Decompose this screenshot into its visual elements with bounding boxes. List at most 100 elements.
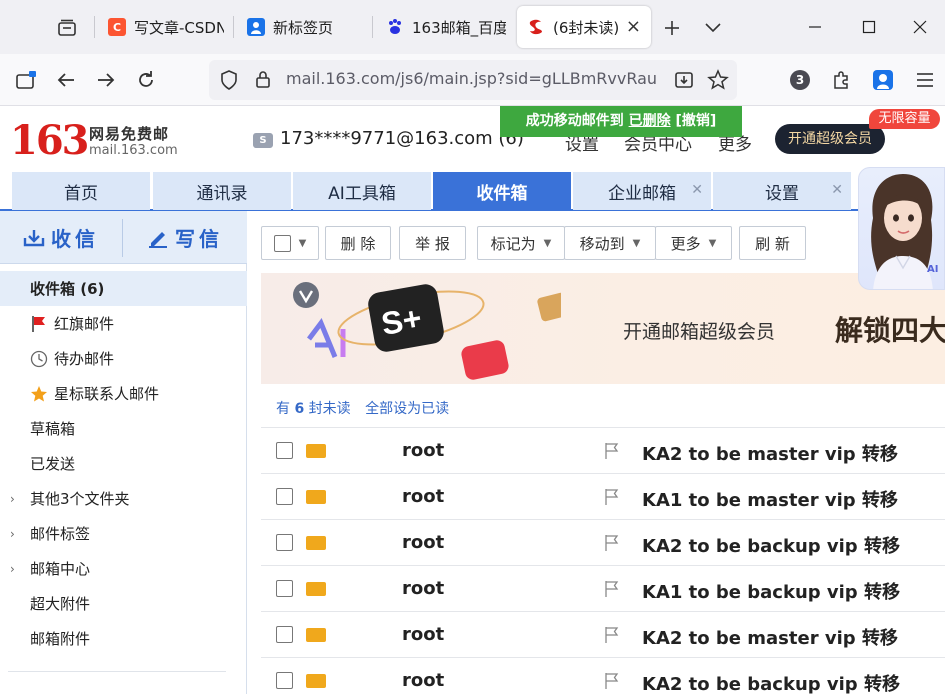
tab-ai-toolbox[interactable]: AI工具箱 — [293, 172, 431, 210]
open-vip-button[interactable]: 开通超级会员 — [775, 124, 885, 154]
message-row[interactable]: root KA2 to be backup vip 转移 — [261, 657, 945, 694]
url-text[interactable]: mail.163.com/js6/main.jsp?sid=gLLBmRvvRa… — [286, 69, 662, 88]
delete-button[interactable]: 删 除 — [325, 226, 391, 260]
close-tab-icon[interactable]: ✕ — [831, 182, 843, 198]
message-row[interactable]: root KA1 to be backup vip 转移 — [261, 565, 945, 611]
report-button[interactable]: 举 报 — [399, 226, 466, 260]
folder-labels[interactable]: › 邮件标签 — [0, 516, 247, 551]
folder-label: 红旗邮件 — [54, 315, 115, 333]
profile-extension-button[interactable] — [870, 67, 896, 93]
browser-tab-baidu[interactable]: 163邮箱_百度 — [376, 6, 506, 48]
close-window-button[interactable] — [905, 14, 935, 40]
browser-tab-163-active[interactable]: (6封未读) × — [517, 6, 651, 48]
toast-undo-link[interactable]: [撤销] — [675, 113, 716, 129]
sidebar-icon — [16, 71, 36, 89]
forward-button[interactable] — [93, 67, 119, 93]
tab-settings[interactable]: 设置 ✕ — [713, 172, 851, 210]
tab-home[interactable]: 首页 — [12, 172, 150, 210]
lock-icon[interactable] — [255, 69, 271, 89]
write-label: 写信 — [175, 227, 223, 251]
folder-large-attachments[interactable]: 超大附件 — [0, 586, 247, 621]
flag-outline-icon[interactable] — [604, 488, 620, 506]
mark-as-dropdown[interactable]: 标记为 ▼ — [477, 226, 565, 260]
close-tab-icon[interactable]: ✕ — [691, 182, 703, 198]
minimize-window-button[interactable] — [800, 14, 830, 40]
tab-overview-button[interactable] — [54, 16, 80, 40]
row-checkbox[interactable] — [276, 442, 293, 459]
close-tab-icon[interactable]: × — [626, 16, 641, 37]
reader-download-icon[interactable] — [674, 70, 694, 90]
message-subject: KA2 to be master vip 转移 — [642, 444, 898, 465]
folder-mail-center[interactable]: › 邮箱中心 — [0, 551, 247, 586]
folder-sent[interactable]: 已发送 — [0, 446, 247, 481]
folder-todo[interactable]: 待办邮件 — [0, 341, 247, 376]
new-tab-button[interactable] — [660, 16, 684, 40]
row-checkbox[interactable] — [276, 580, 293, 597]
shield-icon[interactable] — [220, 70, 238, 90]
toast-folder-link[interactable]: 已删除 — [629, 113, 671, 129]
expand-arrow-icon[interactable]: › — [10, 527, 15, 541]
address-bar[interactable]: mail.163.com/js6/main.jsp?sid=gLLBmRvvRa… — [209, 60, 737, 100]
select-all-dropdown[interactable]: ▼ — [261, 226, 319, 260]
tab-contacts[interactable]: 通讯录 — [153, 172, 291, 210]
message-row[interactable]: root KA2 to be master vip 转移 — [261, 611, 945, 657]
reload-button[interactable] — [133, 67, 159, 93]
folder-label: 邮件标签 — [30, 525, 91, 543]
svg-text:S+: S+ — [379, 300, 425, 342]
message-row[interactable]: root KA2 to be backup vip 转移 — [261, 519, 945, 565]
more-dropdown[interactable]: 更多 ▼ — [655, 226, 732, 260]
row-checkbox[interactable] — [276, 534, 293, 551]
select-all-checkbox[interactable] — [273, 234, 291, 252]
sidebar-toggle-button[interactable] — [12, 67, 40, 93]
write-mail-button[interactable]: 写信 — [123, 211, 247, 264]
flag-outline-icon[interactable] — [604, 672, 620, 690]
chevron-down-icon: ▼ — [632, 237, 641, 249]
back-button[interactable] — [53, 67, 79, 93]
flag-outline-icon[interactable] — [604, 534, 620, 552]
mail-header: 163 网易免费邮 mail.163.com S 173****9771@163… — [0, 107, 945, 171]
message-sender: root — [402, 624, 445, 645]
move-to-dropdown[interactable]: 移动到 ▼ — [564, 226, 656, 260]
folder-flagged[interactable]: 红旗邮件 — [0, 306, 247, 341]
folder-starred[interactable]: 星标联系人邮件 — [0, 376, 247, 411]
folder-other[interactable]: › 其他3个文件夹 — [0, 481, 247, 516]
maximize-window-button[interactable] — [854, 14, 884, 40]
extensions-badge-button[interactable]: 3 — [788, 68, 812, 92]
receive-label: 收信 — [51, 227, 99, 251]
flag-outline-icon[interactable] — [604, 580, 620, 598]
account-email[interactable]: 173****9771@163.com (6) — [280, 128, 524, 149]
message-row[interactable]: root KA2 to be master vip 转移 — [261, 427, 945, 473]
tab-inbox[interactable]: 收件箱 — [433, 172, 571, 210]
vip-promo-banner[interactable]: S+ 开通邮箱超级会员 解锁四大 — [261, 273, 945, 384]
plus-icon — [665, 21, 679, 35]
mark-all-read-link[interactable]: 全部设为已读 — [365, 401, 449, 417]
flag-outline-icon[interactable] — [604, 442, 620, 460]
logo-163[interactable]: 163 — [10, 117, 89, 164]
app-menu-button[interactable] — [912, 67, 938, 93]
message-row[interactable]: root KA1 to be master vip 转移 — [261, 473, 945, 519]
row-checkbox[interactable] — [276, 626, 293, 643]
extensions-button[interactable] — [828, 67, 854, 93]
chevron-down-icon: ▼ — [708, 237, 717, 249]
browser-tab-newtab[interactable]: 新标签页 — [237, 6, 372, 48]
folder-inbox[interactable]: 收件箱 (6) — [0, 271, 247, 306]
folder-drafts[interactable]: 草稿箱 — [0, 411, 247, 446]
browser-tab-csdn[interactable]: C 写文章-CSDN — [98, 6, 224, 48]
refresh-button[interactable]: 刷 新 — [739, 226, 806, 260]
folder-attachments[interactable]: 邮箱附件 — [0, 621, 247, 656]
clock-icon — [30, 350, 48, 367]
unread-prefix: 有 — [276, 401, 290, 417]
list-all-tabs-button[interactable] — [701, 16, 725, 40]
message-subject: KA1 to be backup vip 转移 — [642, 582, 900, 603]
expand-arrow-icon[interactable]: › — [10, 492, 15, 506]
receive-mail-button[interactable]: 收信 — [0, 211, 122, 264]
row-checkbox[interactable] — [276, 672, 293, 689]
ai-assistant-widget[interactable]: AI — [858, 167, 945, 290]
tab-enterprise-mail[interactable]: 企业邮箱 ✕ — [573, 172, 711, 210]
message-sender: root — [402, 532, 445, 553]
browser-navigation-bar: mail.163.com/js6/main.jsp?sid=gLLBmRvvRa… — [0, 54, 945, 106]
bookmark-star-icon[interactable] — [707, 69, 729, 91]
expand-arrow-icon[interactable]: › — [10, 562, 15, 576]
row-checkbox[interactable] — [276, 488, 293, 505]
flag-outline-icon[interactable] — [604, 626, 620, 644]
